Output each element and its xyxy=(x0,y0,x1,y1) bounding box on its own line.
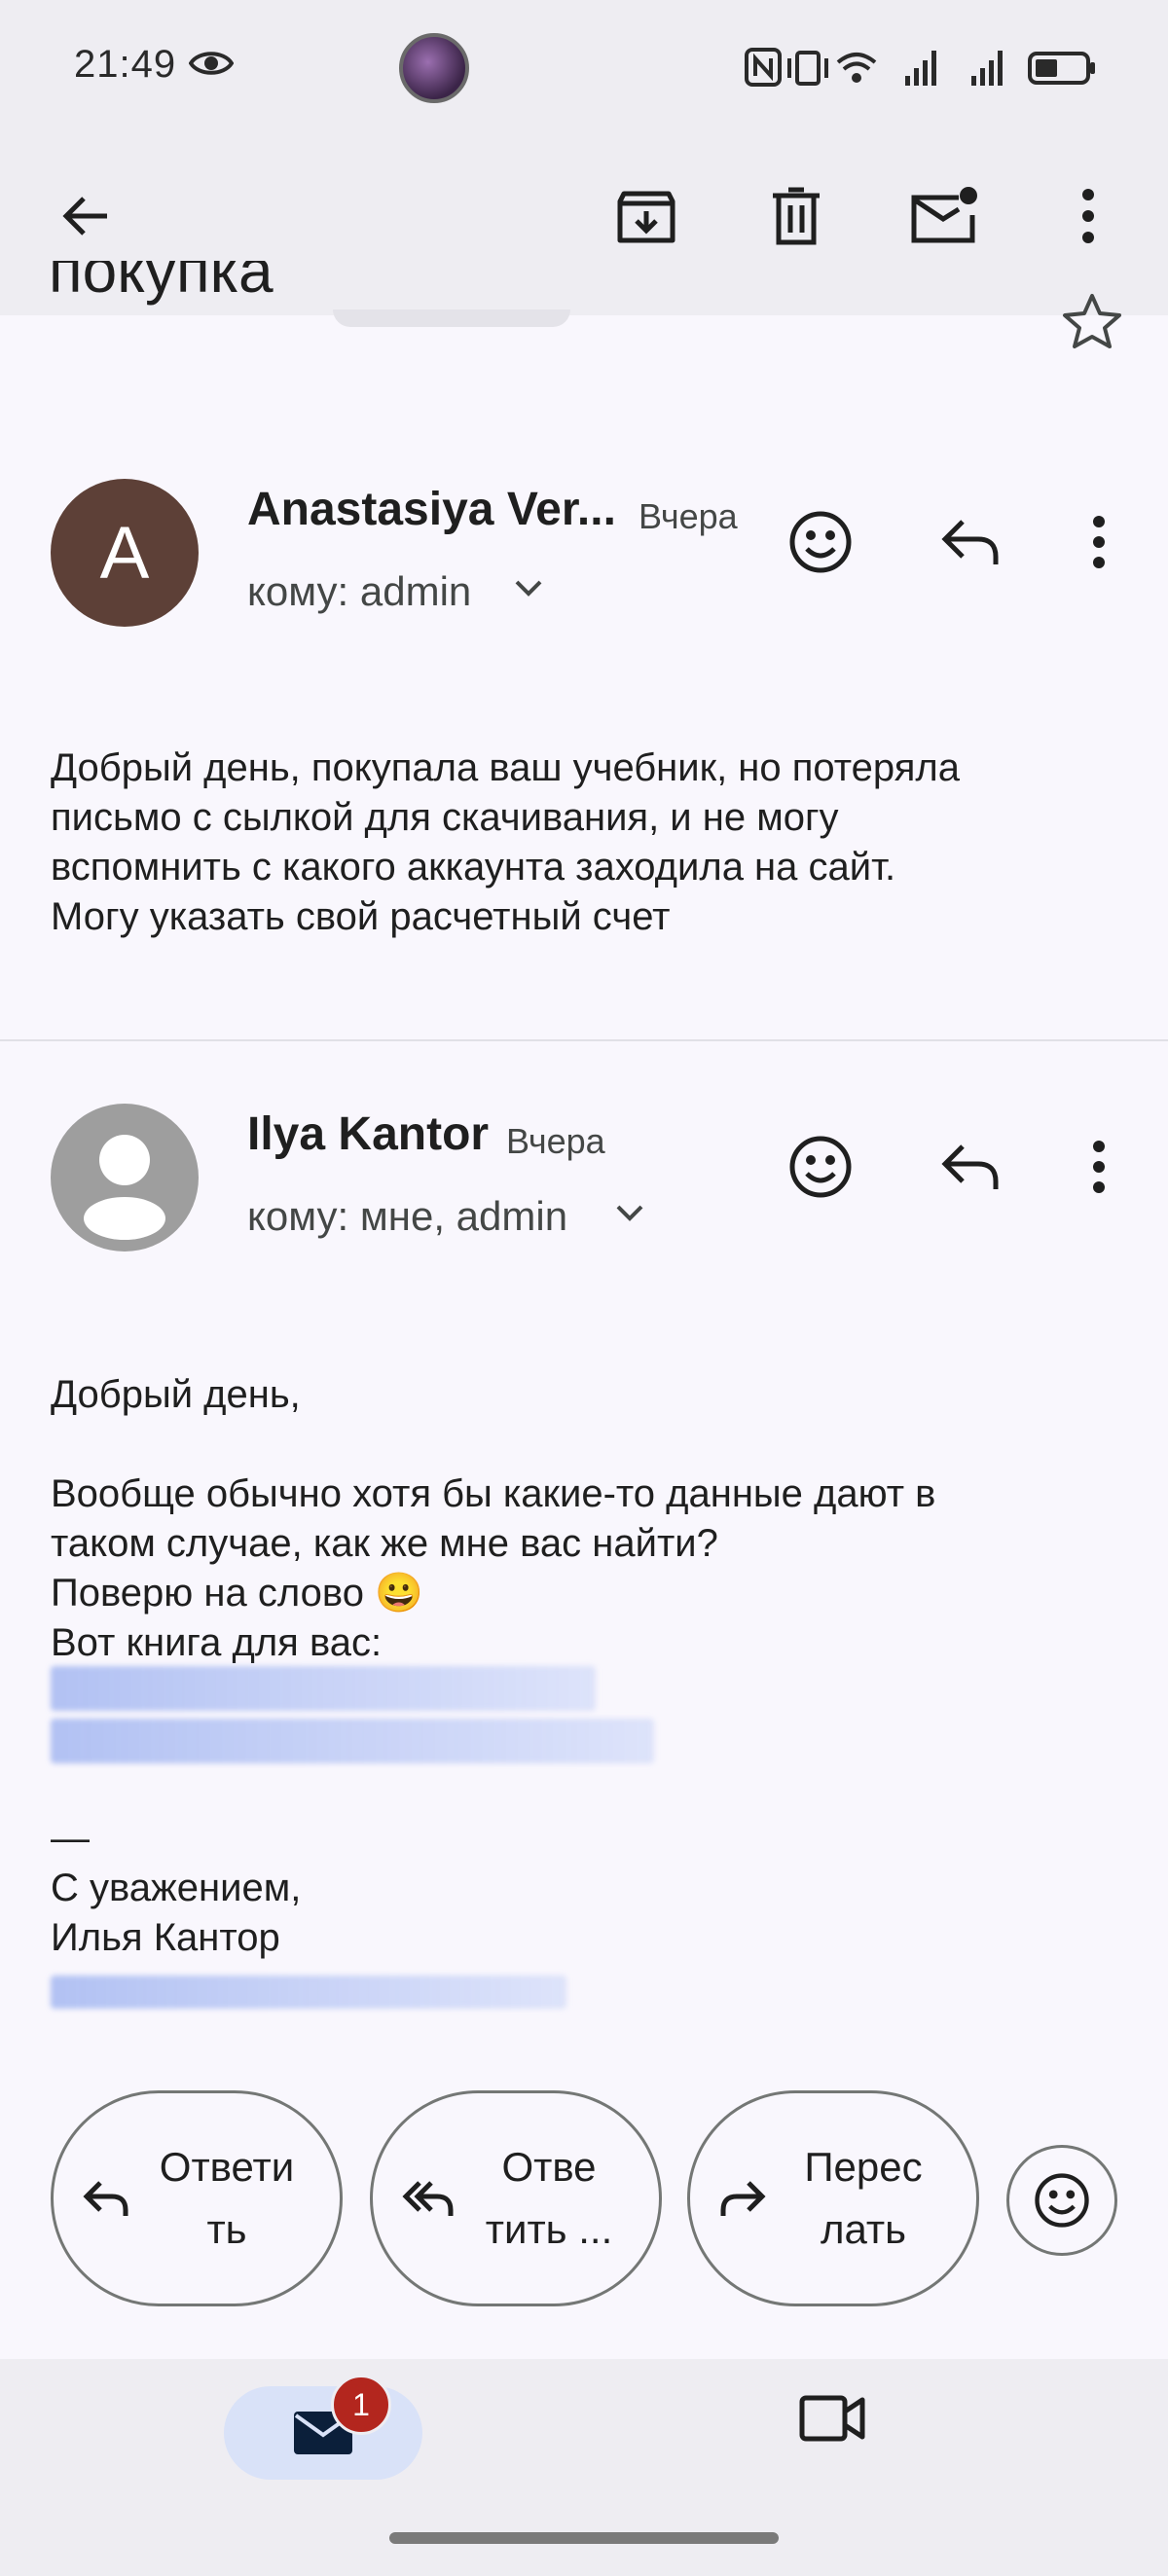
thread-subject: покупка xyxy=(49,261,274,306)
video-icon[interactable] xyxy=(798,2392,866,2445)
reply-icon[interactable] xyxy=(927,498,1014,586)
sender-name[interactable]: Anastasiya Ver... xyxy=(247,483,616,536)
more-vert-icon[interactable] xyxy=(1055,498,1143,586)
nav-mail-tab[interactable] xyxy=(224,2386,422,2480)
archive-icon[interactable] xyxy=(600,169,693,263)
person-icon xyxy=(84,1135,165,1240)
more-vert-icon[interactable] xyxy=(1041,169,1135,263)
recipients[interactable]: кому: admin xyxy=(247,568,471,615)
back-arrow-icon[interactable] xyxy=(39,169,132,263)
battery-icon xyxy=(1028,52,1095,85)
recipients[interactable]: кому: мне, admin xyxy=(247,1193,567,1240)
emoji-reaction-icon[interactable] xyxy=(777,1123,864,1211)
message-time: Вчера xyxy=(639,496,738,536)
reply-button[interactable]: Ответи ть xyxy=(51,2090,343,2306)
vibrate-icon xyxy=(787,51,828,86)
message-time: Вчера xyxy=(506,1121,605,1161)
reply-icon[interactable] xyxy=(927,1123,1014,1211)
signal-icon xyxy=(905,51,936,86)
label-chip[interactable] xyxy=(333,309,570,327)
avatar[interactable] xyxy=(51,1104,199,1252)
redacted-link[interactable] xyxy=(51,1719,654,1763)
reply-all-icon xyxy=(400,2177,456,2220)
unread-badge: 1 xyxy=(331,2375,391,2435)
message-divider xyxy=(0,1039,1168,1041)
chevron-down-icon[interactable] xyxy=(514,578,543,598)
emoji-reaction-button[interactable] xyxy=(1006,2145,1117,2256)
more-vert-icon[interactable] xyxy=(1055,1123,1143,1211)
forward-button[interactable]: Перес лать xyxy=(687,2090,979,2306)
emoji-icon xyxy=(1035,2173,1089,2228)
signature: — С уважением, Илья Кантор xyxy=(51,1817,302,1959)
eye-icon xyxy=(189,49,234,78)
reply-icon xyxy=(81,2177,131,2220)
emoji-reaction-icon[interactable] xyxy=(777,498,864,586)
reply-all-button[interactable]: Отве тить ... xyxy=(370,2090,662,2306)
wifi-icon xyxy=(836,53,877,83)
status-icons xyxy=(745,47,1100,88)
message-body: Добрый день, Вообще обычно хотя бы какие… xyxy=(51,1373,936,1664)
star-icon[interactable] xyxy=(1061,292,1123,350)
redacted-link[interactable] xyxy=(51,1666,596,1711)
trash-icon[interactable] xyxy=(749,169,843,263)
notification-avatar-icon xyxy=(399,33,469,103)
message-body: Добрый день, покупала ваш учебник, но по… xyxy=(51,746,960,938)
home-indicator[interactable] xyxy=(389,2532,779,2544)
nfc-icon xyxy=(745,48,782,87)
forward-label: Перес лать xyxy=(804,2144,923,2252)
forward-icon xyxy=(717,2177,768,2220)
reply-label: Ответи ть xyxy=(159,2144,295,2252)
sender-name[interactable]: Ilya Kantor xyxy=(247,1107,489,1161)
redacted-link[interactable] xyxy=(51,1976,566,2009)
avatar[interactable]: A xyxy=(51,479,199,627)
status-time: 21:49 xyxy=(74,43,177,86)
chevron-down-icon[interactable] xyxy=(615,1203,644,1222)
reply-all-label: Отве тить ... xyxy=(485,2144,613,2252)
signal-icon xyxy=(971,51,1003,86)
mark-unread-icon[interactable] xyxy=(897,169,991,263)
